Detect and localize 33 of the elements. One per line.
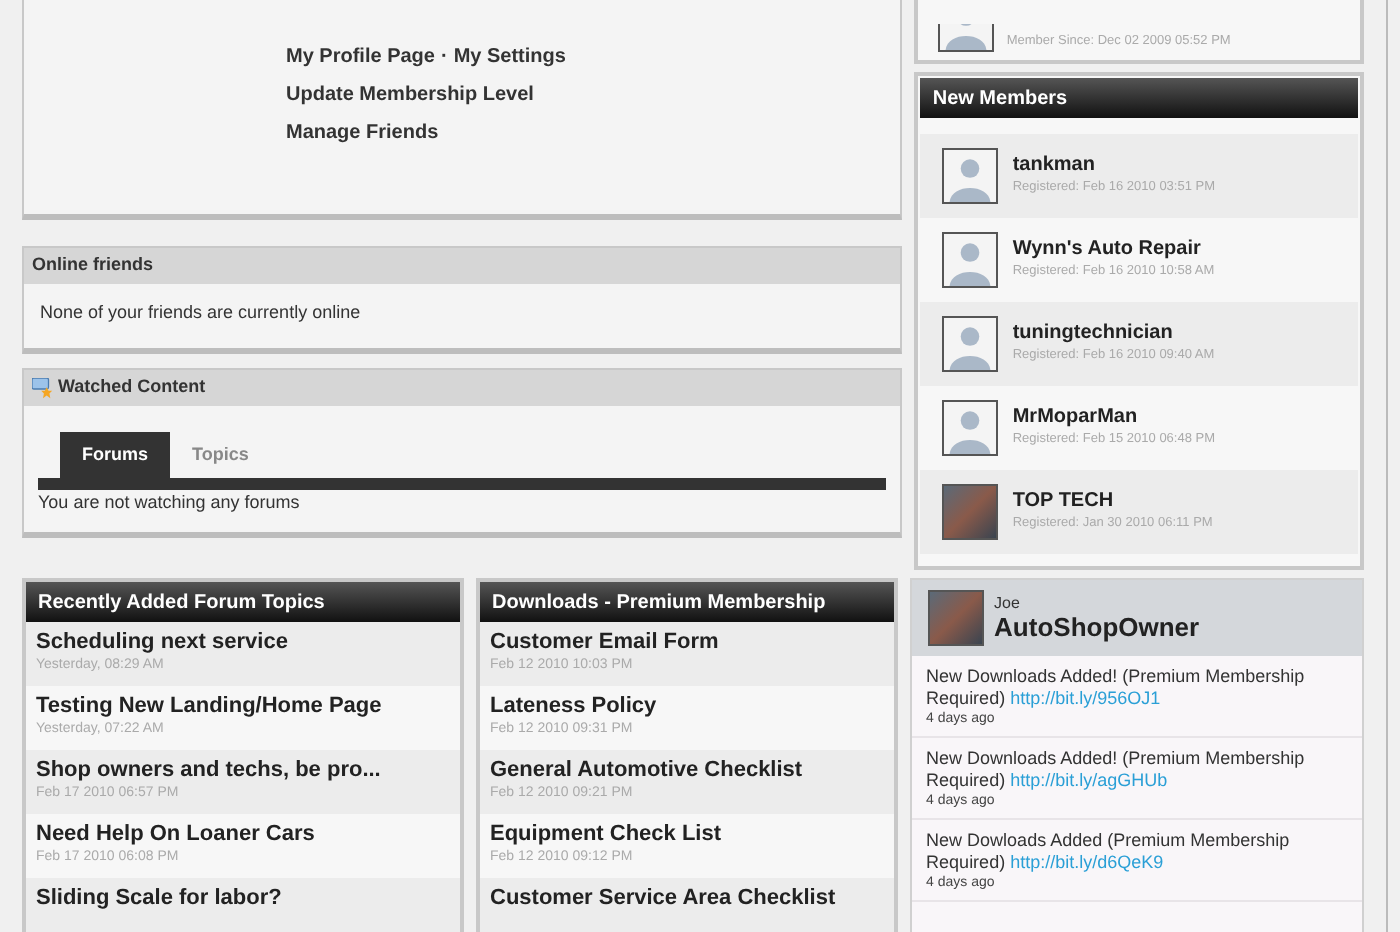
tab[interactable]: Forums xyxy=(60,432,171,478)
item-link[interactable]: Scheduling next service xyxy=(36,628,450,656)
item-link[interactable]: Need Help On Loaner Cars xyxy=(36,820,450,848)
member-name-link[interactable]: Wynn's Auto Repair xyxy=(1012,238,1215,263)
profile-link[interactable]: My Profile Page xyxy=(286,42,435,72)
twitter-handle[interactable]: AutoShopOwner xyxy=(994,612,1200,642)
item-link[interactable]: Lateness Policy xyxy=(490,692,885,720)
member-name-link[interactable]: tankman xyxy=(1012,154,1216,179)
item-link[interactable]: Equipment Check List xyxy=(490,820,885,848)
empty-message: None of your friends are currently online xyxy=(38,300,363,326)
profile-action-link[interactable]: Update Membership Level xyxy=(286,80,901,110)
item-link[interactable]: Testing New Landing/Home Page xyxy=(36,692,450,720)
speech-bubble-star-icon xyxy=(32,377,54,399)
separator-dot: · xyxy=(440,44,448,72)
panel-header: Recently Added Forum Topics xyxy=(26,582,460,622)
panel-header: Downloads - Premium Membership xyxy=(480,582,895,622)
settings-link[interactable]: My Settings xyxy=(453,42,566,72)
item-link[interactable]: General Automotive Checklist xyxy=(490,756,885,784)
item-link[interactable]: Shop owners and techs, be pro... xyxy=(36,756,450,784)
member-name-link[interactable]: tuningtechnician xyxy=(1012,322,1215,347)
panel-header: New Members xyxy=(920,78,1358,118)
member-name-link[interactable]: MrMoparMan xyxy=(1012,406,1216,431)
tweet-text: New Downloads Added! (Premium Membership Required) http://bit.ly/agGHUb xyxy=(926,748,1307,792)
panel-title: Watched Content xyxy=(58,374,206,401)
profile-action-link[interactable]: Manage Friends xyxy=(286,118,901,148)
member-name-link[interactable]: TOP TECH xyxy=(1012,490,1213,515)
photo-placeholder xyxy=(928,590,985,646)
real-name: Joe xyxy=(994,594,1022,612)
empty-message: You are not watching any forums xyxy=(38,490,302,516)
tweet-text: New Downloads Added! (Premium Membership Required) http://bit.ly/956OJ1 xyxy=(926,666,1307,710)
tweet-text: New Dowloads Added (Premium Membership Required) http://bit.ly/d6QeK9 xyxy=(926,830,1292,874)
item-link[interactable]: Customer Email Form xyxy=(490,628,885,656)
panel-title: Online friends xyxy=(24,248,901,284)
